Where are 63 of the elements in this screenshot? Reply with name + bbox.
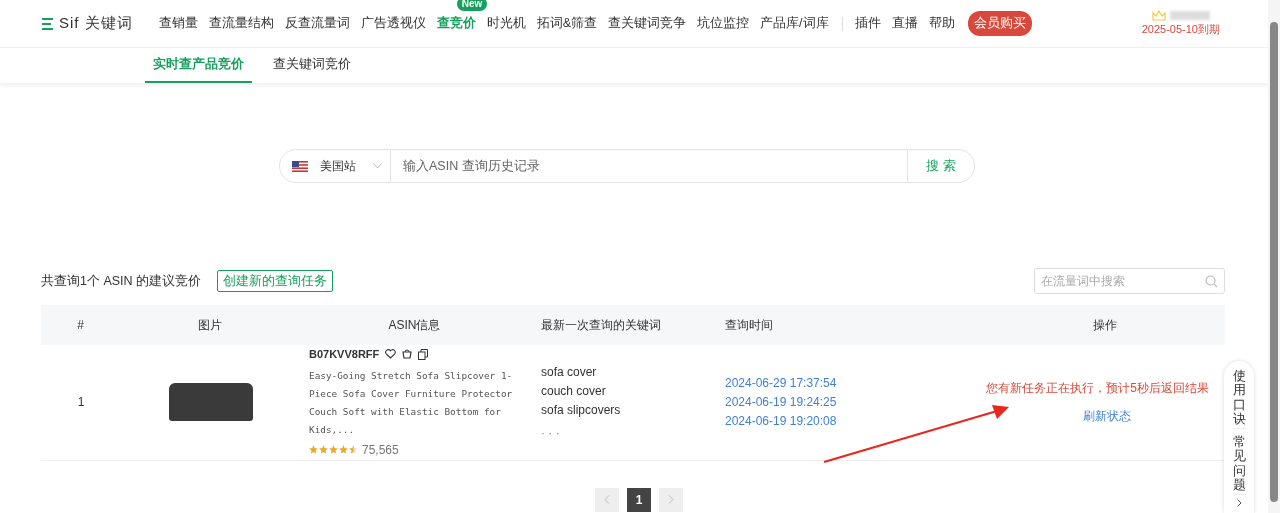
column-header: ASIN信息: [300, 305, 530, 345]
column-header: 查询时间: [715, 305, 985, 345]
blurred-username: [1169, 10, 1210, 20]
side-panel-link[interactable]: 使用口诀: [1232, 367, 1246, 430]
column-header: #: [41, 305, 121, 345]
menu-icon[interactable]: [42, 17, 53, 30]
nav-link[interactable]: 反查流量词: [284, 16, 350, 31]
crown-icon: [1151, 9, 1166, 21]
scrollbar-thumb[interactable]: [1270, 22, 1278, 502]
heart-icon[interactable]: [385, 349, 397, 360]
query-time[interactable]: 2024-06-19 19:24:25: [725, 392, 984, 412]
nav-link[interactable]: 拓词&筛查: [536, 16, 598, 31]
refresh-status-link[interactable]: 刷新状态: [1082, 407, 1131, 426]
keyword: couch cover: [541, 382, 607, 400]
sub-tab[interactable]: 查关键词竞价: [265, 48, 359, 83]
star-icon: [339, 445, 348, 454]
nav-link[interactable]: 帮助: [928, 14, 955, 33]
search-icon: [1205, 275, 1218, 288]
keyword: sofa slipcovers: [541, 401, 622, 419]
nav-link[interactable]: 查关键词竞争: [608, 16, 687, 31]
task-status: 您有新任务正在执行，预计5秒后返回结果: [986, 380, 1209, 398]
product-title[interactable]: Easy-Going Stretch Sofa Slipcover 1-Piece Sofa Cover Furniture Protector Couch Soft with Elastic Bottom for Kids,...: [309, 366, 531, 439]
column-header: 图片: [121, 305, 300, 345]
star-icon: [349, 445, 358, 454]
query-time[interactable]: 2024-06-29 17:37:54: [725, 373, 984, 393]
expiry-date: 2025-05-10到期: [1141, 21, 1220, 37]
review-count: 75,565: [362, 441, 399, 459]
row-index: 1: [77, 395, 85, 410]
region-label: 美国站: [320, 158, 357, 175]
nav-link[interactable]: 直播: [891, 14, 918, 33]
side-panel-link[interactable]: 常见问题: [1232, 433, 1246, 496]
nav-link[interactable]: 产品库/词库: [760, 16, 829, 31]
chevron-right-icon[interactable]: [1236, 499, 1242, 508]
asin-code: B07KVV8RFF: [309, 347, 380, 362]
nav-link[interactable]: 广告透视仪: [360, 16, 426, 31]
nav-link[interactable]: 查流量结构: [208, 16, 274, 31]
star-icon: [329, 445, 338, 454]
chevron-right-icon: [668, 495, 674, 504]
keyword-search-field[interactable]: 在流量词中搜索: [1034, 268, 1225, 294]
nav-link[interactable]: 坑位监控: [697, 16, 750, 31]
copy-icon[interactable]: [418, 348, 429, 360]
column-header: 最新一次查询的关键词: [530, 305, 715, 345]
query-time[interactable]: 2024-06-19 19:20:08: [725, 411, 984, 431]
chevron-left-icon: [604, 495, 610, 504]
region-select[interactable]: 美国站: [279, 149, 391, 183]
column-header: 操作: [985, 305, 1225, 345]
nav-link[interactable]: 插件: [854, 14, 881, 33]
logo-text[interactable]: Sif 关键词: [59, 12, 133, 35]
flag-icon: [292, 160, 308, 172]
vip-button[interactable]: 会员购买: [967, 11, 1032, 36]
page-button[interactable]: 1: [627, 487, 651, 512]
keyword: sofa cover: [541, 363, 598, 381]
nav-link[interactable]: 查销量: [158, 16, 198, 31]
result-summary: 共查询1个 ASIN 的建议竞价: [41, 272, 202, 290]
create-task-button[interactable]: 创建新的查询任务: [217, 269, 334, 293]
more-keywords[interactable]: · · ·: [541, 423, 714, 442]
star-icon: [309, 445, 318, 454]
search-input[interactable]: 输入ASIN 查询历史记录: [391, 149, 907, 183]
scrollbar[interactable]: [1268, 0, 1280, 513]
star-icon: [319, 445, 328, 454]
chevron-down-icon: [373, 163, 382, 169]
new-badge: New: [456, 0, 488, 12]
nav-link[interactable]: 时光机: [486, 16, 526, 31]
